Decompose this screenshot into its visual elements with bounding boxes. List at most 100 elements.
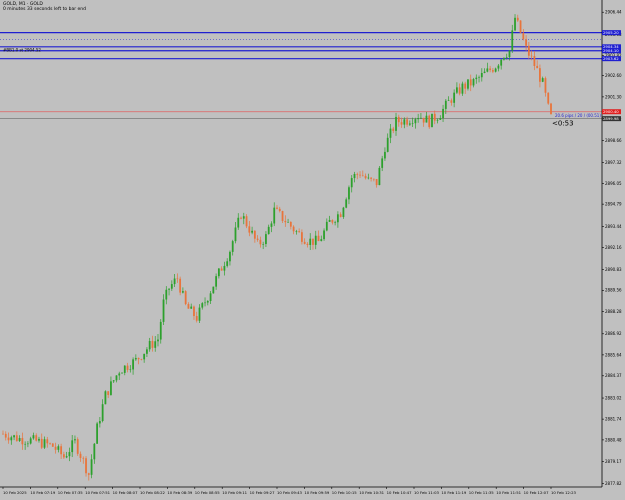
candle-body: [505, 57, 508, 58]
candle-body: [129, 369, 132, 371]
candle-body: [193, 306, 195, 317]
candle-body: [527, 45, 530, 56]
candle-body: [32, 435, 35, 439]
candle-body: [314, 235, 317, 245]
candle-body: [27, 443, 29, 445]
candle-body: [98, 421, 101, 424]
blue-price-tag-label: 2905.20: [603, 30, 619, 35]
candle-body: [7, 437, 10, 441]
candle-body: [467, 79, 469, 89]
candle-body: [181, 291, 184, 293]
y-tick-label: 2885.64: [605, 352, 622, 357]
y-tick-label: 2880.48: [605, 437, 622, 442]
candle-body: [323, 230, 325, 240]
axes: 2906.442905.082903.822902.602901.302899.…: [0, 0, 622, 495]
candle-body: [140, 359, 143, 360]
candle-body: [29, 438, 32, 444]
candle-body: [248, 226, 251, 233]
candle-body: [428, 115, 431, 128]
candle-body: [367, 177, 370, 179]
x-tick-label: 10 Feb 11:19: [441, 490, 466, 495]
x-tick-label: 10 Feb 09:11: [222, 490, 247, 495]
candle-body: [134, 357, 137, 360]
candle-body: [143, 353, 146, 360]
candle-body: [198, 307, 201, 321]
candle-body: [43, 439, 46, 448]
candle-body: [439, 118, 442, 120]
candle-body: [342, 207, 345, 217]
candle-body: [76, 439, 79, 454]
candle-body: [397, 116, 400, 123]
candle-body: [234, 227, 237, 242]
candle-body: [256, 238, 259, 240]
candle-body: [372, 178, 375, 180]
candle-body: [245, 216, 248, 227]
candle-body: [65, 456, 68, 458]
candle-body: [334, 222, 337, 223]
candle-body: [389, 128, 392, 138]
y-tick-label: 2894.79: [605, 202, 622, 207]
candle-body: [226, 261, 229, 266]
candle-body: [356, 173, 359, 175]
candle-body: [464, 83, 467, 89]
candle-body: [118, 373, 121, 376]
candle-body: [24, 443, 27, 445]
candle-body: [173, 278, 176, 285]
candle-body: [60, 446, 63, 455]
candle-body: [486, 68, 489, 72]
candle-body: [101, 404, 104, 422]
candle-body: [381, 158, 384, 168]
candle-body: [62, 454, 65, 458]
candle-body: [110, 381, 112, 395]
candle-body: [516, 17, 519, 21]
candle-body: [123, 365, 126, 373]
y-tick-label: 2897.32: [605, 160, 622, 165]
candle-body: [204, 302, 206, 304]
x-tick-label: 10 Feb 08:07: [113, 490, 138, 495]
candle-body: [436, 119, 439, 121]
x-tick-label: 10 Feb 2025: [3, 490, 27, 495]
candle-body: [444, 100, 447, 109]
candle-body: [400, 122, 403, 125]
candle-body: [148, 340, 151, 350]
blue-price-tag-label: 2903.62: [603, 56, 619, 61]
x-tick-label: 10 Feb 08:22: [140, 490, 165, 495]
y-tick-label: 2890.83: [605, 267, 622, 272]
candle-body: [190, 306, 193, 309]
current-price-tag-label: 2899.98: [603, 116, 619, 121]
candle-body: [154, 341, 157, 348]
candle-body: [265, 234, 267, 245]
candle-body: [4, 433, 7, 438]
price-chart[interactable]: 2906.442905.082903.822902.602901.302899.…: [0, 0, 625, 500]
y-tick-label: 2881.74: [605, 417, 622, 422]
candle-body: [370, 177, 373, 179]
x-tick-label: 10 Feb 09:59: [304, 490, 329, 495]
candle-body: [253, 230, 256, 239]
candle-body: [491, 70, 494, 72]
y-tick-label: 2889.56: [605, 288, 622, 293]
candle-body: [536, 65, 539, 69]
candle-body: [87, 473, 90, 475]
y-tick-label: 2898.66: [605, 138, 622, 143]
x-tick-label: 10 Feb 08:55: [195, 490, 220, 495]
candle-body: [82, 457, 85, 459]
candle-body: [71, 440, 74, 453]
candle-body: [433, 113, 436, 121]
left-annotation: #BB1.0 st 2904.52: [3, 47, 41, 52]
candle-body: [295, 231, 298, 232]
candle-body: [353, 173, 356, 179]
candle-body: [298, 231, 301, 233]
candle-body: [303, 241, 306, 244]
candle-body: [348, 187, 350, 200]
candle-body: [519, 20, 522, 33]
candle-body: [46, 439, 49, 444]
y-tick-label: 2892.16: [605, 245, 622, 250]
candle-body: [547, 92, 550, 104]
candle-body: [361, 175, 364, 177]
candle-body: [51, 443, 54, 447]
candle-body: [112, 380, 115, 382]
candle-body: [422, 117, 425, 123]
candle-body: [403, 119, 406, 125]
candle-body: [514, 17, 516, 31]
x-tick-label: 10 Feb 10:15: [332, 490, 357, 495]
